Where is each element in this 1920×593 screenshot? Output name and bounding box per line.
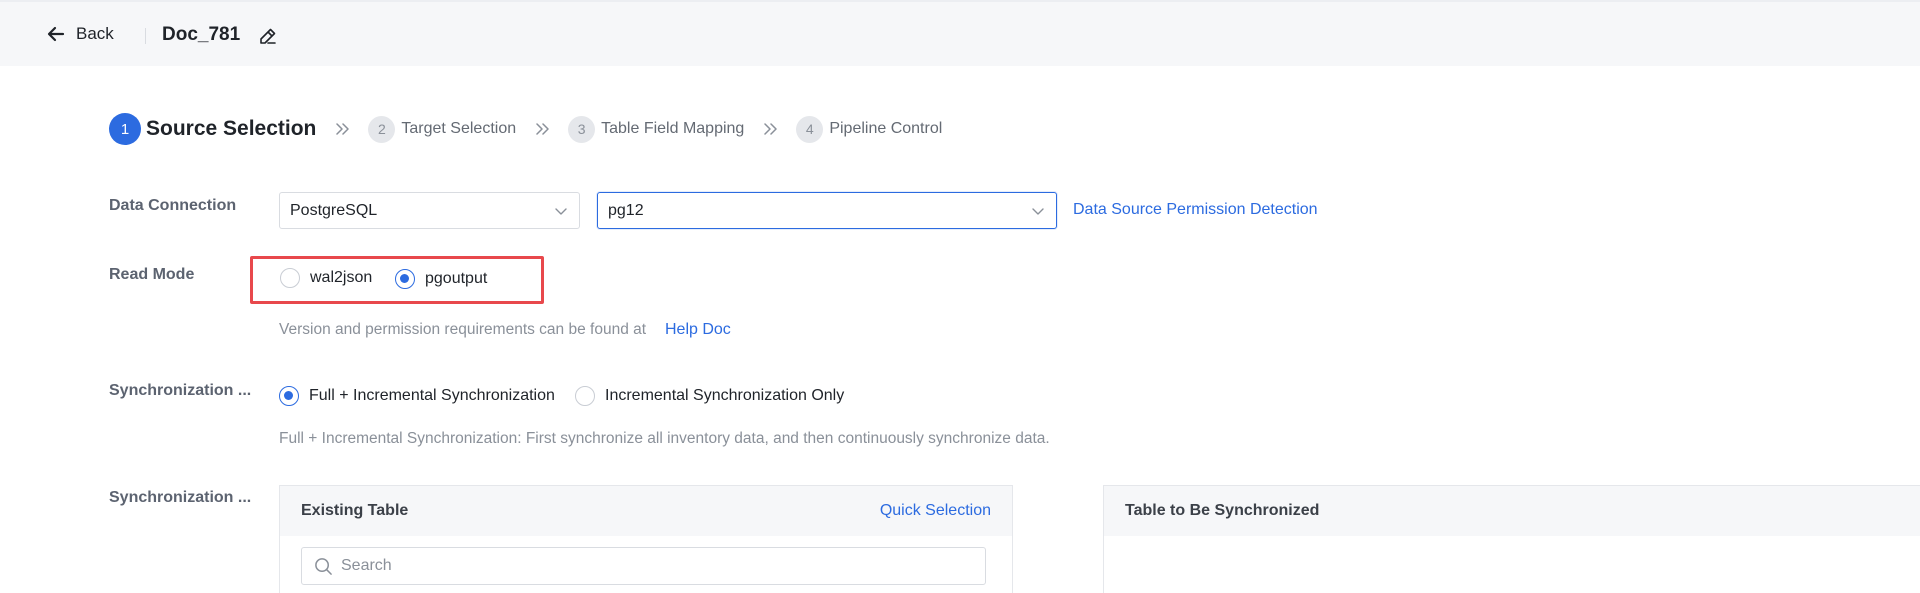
database-type-select[interactable]: PostgreSQL: [279, 192, 580, 229]
instance-select[interactable]: pg12: [597, 192, 1057, 229]
sync-mode-label: Synchronization ...: [109, 382, 252, 399]
sync-mode-hint: Full + Incremental Synchronization: Firs…: [279, 430, 1050, 447]
radio-option-incremental-only[interactable]: Incremental Synchronization Only: [575, 386, 844, 406]
radio-button[interactable]: [575, 386, 595, 406]
step-target-selection[interactable]: 2 Target Selection: [368, 115, 517, 143]
existing-table-panel: Existing Table Quick Selection: [279, 485, 1013, 593]
search-icon: [315, 557, 332, 575]
step-label: Pipeline Control: [829, 120, 943, 137]
existing-table-header: Existing Table Quick Selection: [280, 486, 1012, 536]
radio-option-wal2json[interactable]: wal2json: [280, 268, 372, 288]
double-chevron-right-icon: [536, 123, 549, 135]
back-button[interactable]: Back: [46, 24, 114, 44]
search-field[interactable]: [301, 547, 986, 585]
double-chevron-right-icon: [336, 123, 350, 135]
radio-label[interactable]: Full + Incremental Synchronization: [309, 387, 555, 405]
radio-label[interactable]: pgoutput: [425, 270, 487, 288]
table-to-sync-header: Table to Be Synchronized: [1104, 486, 1920, 536]
existing-table-title: Existing Table: [301, 502, 409, 519]
radio-option-pgoutput[interactable]: pgoutput: [395, 269, 487, 289]
step-label: Target Selection: [401, 120, 517, 137]
step-number: 4: [796, 115, 824, 143]
help-doc-link[interactable]: Help Doc: [665, 321, 731, 339]
chevron-down-icon: [1032, 208, 1044, 215]
stepper: 1 Source Selection 2 Target Selection 3 …: [109, 113, 942, 145]
read-mode-label: Read Mode: [109, 266, 195, 283]
step-source-selection[interactable]: 1 Source Selection: [109, 113, 316, 145]
sync-objects-label: Synchronization ...: [109, 489, 252, 506]
quick-selection-link[interactable]: Quick Selection: [880, 502, 991, 520]
step-label: Source Selection: [146, 117, 317, 140]
radio-label[interactable]: Incremental Synchronization Only: [605, 387, 844, 405]
radio-button[interactable]: [280, 268, 300, 288]
double-chevron-right-icon: [764, 123, 778, 135]
radio-button[interactable]: [395, 269, 415, 289]
table-to-sync-title: Table to Be Synchronized: [1125, 502, 1320, 519]
divider: [145, 28, 146, 44]
radio-option-full-incremental[interactable]: Full + Incremental Synchronization: [279, 386, 555, 406]
step-table-field-mapping[interactable]: 3 Table Field Mapping: [568, 115, 745, 143]
step-number: 1: [109, 113, 141, 145]
step-pipeline-control[interactable]: 4 Pipeline Control: [796, 115, 943, 143]
edit-icon[interactable]: [258, 26, 278, 46]
table-to-sync-panel: Table to Be Synchronized: [1103, 485, 1920, 593]
read-mode-hint: Version and permission requirements can …: [279, 321, 647, 338]
step-label: Table Field Mapping: [601, 120, 745, 137]
permission-detection-link[interactable]: Data Source Permission Detection: [1073, 201, 1318, 219]
step-number: 3: [568, 115, 596, 143]
back-label: Back: [76, 24, 114, 43]
search-input[interactable]: [341, 557, 941, 575]
database-type-value: PostgreSQL: [290, 201, 378, 219]
step-number: 2: [368, 115, 396, 143]
radio-label[interactable]: wal2json: [310, 269, 372, 287]
arrow-left-icon: [47, 26, 65, 42]
instance-value: pg12: [608, 201, 644, 219]
data-connection-label: Data Connection: [109, 197, 237, 214]
top-bar: Back Doc_781: [0, 0, 1920, 66]
page-title: Doc_781: [162, 24, 241, 45]
radio-button[interactable]: [279, 386, 299, 406]
chevron-down-icon: [555, 208, 567, 215]
